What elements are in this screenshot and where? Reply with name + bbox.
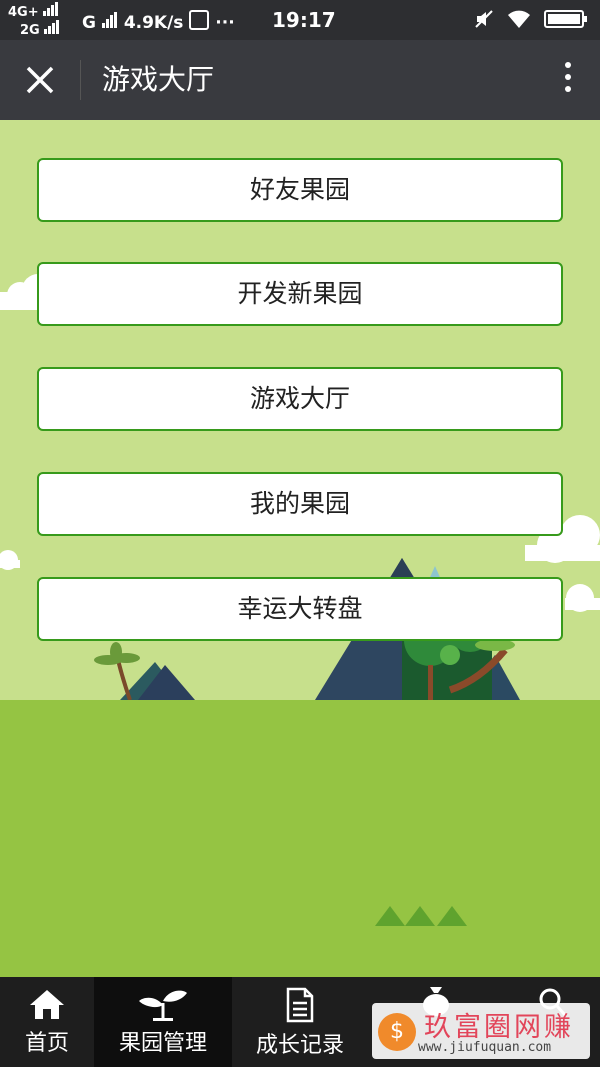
signal-icon [44,20,60,38]
menu-button-new-orchard[interactable]: 开发新果园 [37,262,563,326]
network-top-label: 4G+ [8,5,39,20]
watermark-url: www.jiufuquan.com [418,1040,552,1055]
menu-button-my-orchard[interactable]: 我的果园 [37,472,563,536]
title-bar: 游戏大厅 [0,40,600,120]
battery-icon [544,10,587,28]
tab-home[interactable]: 首页 [0,977,94,1067]
watermark: $ 玖富圈网赚 www.jiufuquan.com [372,1003,590,1059]
network-speed: G 4.9K/s ··· [82,10,235,33]
clock: 19:17 [272,8,336,32]
title-divider [80,60,81,100]
more-button[interactable] [560,62,576,102]
network-g-label: G [82,13,96,33]
speed-label: 4.9K/s [123,13,184,33]
signal-icon [101,12,118,33]
tab-growth-record[interactable]: 成长记录 [232,977,368,1067]
close-button[interactable] [20,60,60,100]
menu-button-lucky-wheel[interactable]: 幸运大转盘 [37,577,563,641]
status-icons [473,8,588,35]
mute-icon [474,10,493,28]
watermark-logo-icon: $ [378,1013,416,1051]
menu-button-game-hall[interactable]: 游戏大厅 [37,367,563,431]
tab-orchard-management[interactable]: 果园管理 [94,977,232,1067]
network-bottom-label: 2G [20,23,40,38]
tab-label: 首页 [24,1031,69,1056]
menu-button-friend-orchard[interactable]: 好友果园 [37,158,563,222]
grass-decoration [375,906,467,926]
sprout-icon [139,990,187,1021]
signal-icon [43,2,59,20]
more-vertical-icon [560,62,576,92]
notification-icon [189,10,210,30]
close-icon [26,66,54,94]
page-title: 游戏大厅 [102,63,215,96]
more-notifications-label: ··· [215,13,235,33]
wifi-icon [508,10,531,28]
cloud-icon [0,550,20,570]
ground [0,700,600,977]
tab-label: 果园管理 [118,1031,207,1056]
tab-label: 成长记录 [255,1033,344,1058]
document-icon [286,987,314,1023]
home-icon [30,990,64,1019]
watermark-title: 玖富圈网赚 [424,1012,574,1043]
network-indicator: 4G+ 2G [8,2,60,38]
status-bar: 4G+ 2G G 4.9K/s ··· 19:17 [0,0,600,40]
